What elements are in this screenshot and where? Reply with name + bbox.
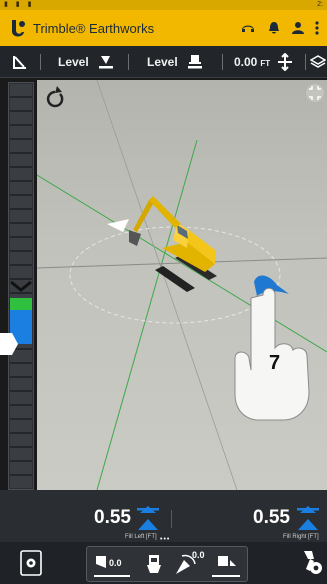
pointer-indicator-icon [0,333,18,355]
operator-icon[interactable] [290,20,306,36]
level-blade-icon [98,56,113,69]
lightbar-on-grade [10,298,32,310]
scene [37,80,327,490]
excavator-model [129,196,217,292]
divider [40,54,41,70]
trimble-logo-icon [12,20,25,37]
level-label: Level [58,55,89,69]
fill-right-value: 0.55 [253,507,290,528]
view-angle-button[interactable] [12,46,28,78]
chevron-down-icon [10,281,32,292]
underline [212,575,240,577]
bucket-down-button[interactable] [212,551,242,579]
headset-icon[interactable] [240,20,256,36]
lightbar [8,82,34,490]
status-clock: 2: [317,1,323,8]
axis-line-green [96,139,198,490]
axis-line-grey [96,80,238,490]
rotate-icon [46,86,64,108]
offset-button[interactable]: 0.00 FT [234,46,293,78]
underline [94,575,130,577]
tilt-value: 0.0 [192,550,205,560]
divider [171,510,172,528]
app-bar: Trimble® Earthworks [0,10,327,46]
offset-value: 0.00 [234,55,258,69]
fill-right-label: Fill Right [FT] [283,534,319,540]
bucket-icon[interactable] [146,553,162,575]
bucket-offset-button[interactable]: 0.0 [94,551,132,579]
fill-left-arrow-icon [137,506,159,530]
layers-icon [310,55,326,68]
offset-icon [278,53,293,71]
grade-panel: 0.55 Fill Left [FT] 0.55 Fill Right [FT] [0,490,327,542]
fill-left-value: 0.55 [94,507,131,528]
level-bucket-icon [187,55,202,69]
layers-button[interactable] [310,46,326,78]
divider [222,54,223,70]
target-marker-icon [107,219,129,232]
level-blade-button[interactable]: Level [58,46,115,78]
fullscreen-icon [306,84,324,102]
bucket-offset-value: 0.0 [109,558,122,568]
fill-right-arrow-icon [297,506,319,530]
excavator-settings-icon[interactable] [300,549,324,577]
status-icons: ▮ ▮ ▮ [4,1,35,8]
level-toolbar: Level Level 0.00 FT [0,46,327,78]
viewport-3d[interactable]: 7 [37,80,327,490]
bucket-down-icon [218,556,236,566]
level-label: Level [147,55,178,69]
bell-icon[interactable] [266,20,282,36]
app-title: Trimble® Earthworks [33,21,155,36]
view-angle-icon [13,56,26,69]
machine-settings-icon[interactable] [20,550,42,576]
offset-unit: FT [260,58,271,68]
status-bar: ▮ ▮ ▮ 2: [0,0,327,10]
tilt-button[interactable]: 0.0 [174,550,210,580]
bucket-offset-icon [96,556,106,568]
more-icon[interactable] [312,20,322,36]
divider [305,54,306,70]
level-bucket-button[interactable]: Level [147,46,204,78]
gesture-count: 7 [269,352,281,374]
divider [128,54,129,70]
fill-left-label: Fill Left [FT] [125,534,157,540]
